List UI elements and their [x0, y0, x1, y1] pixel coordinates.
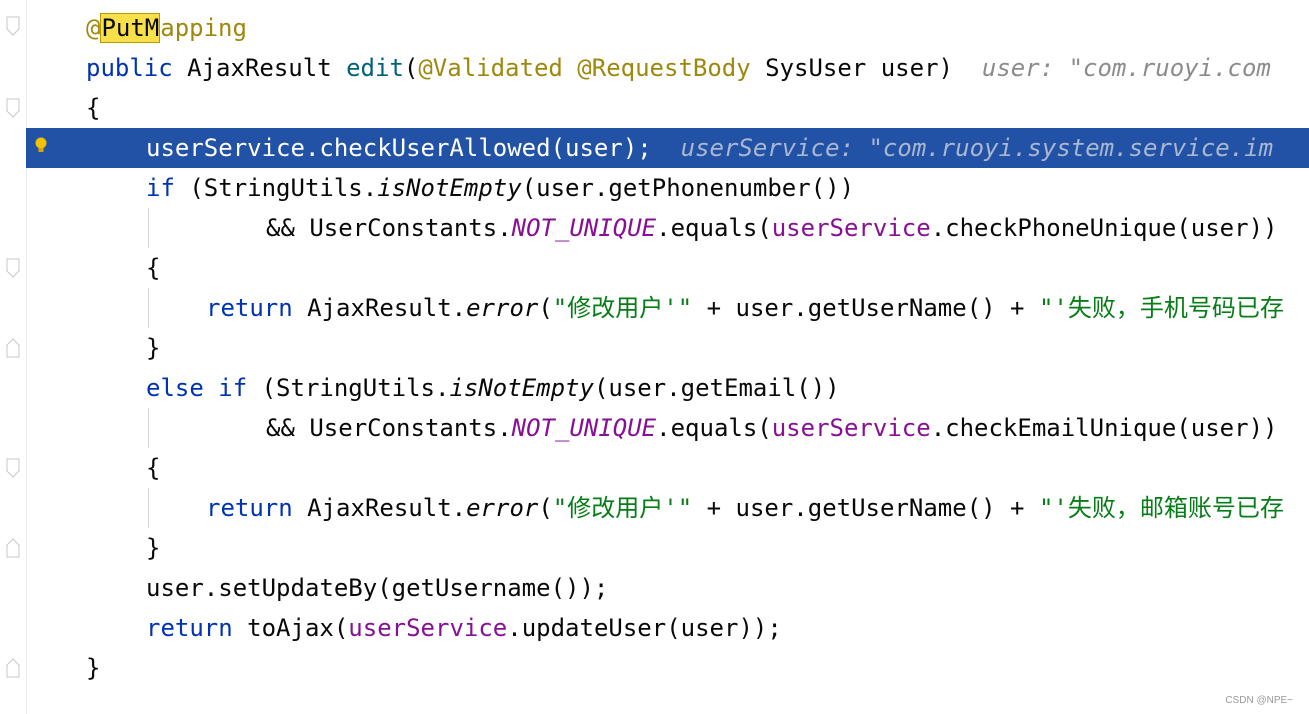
keyword: else — [146, 374, 204, 402]
code-line-1[interactable]: @PutMapping — [86, 8, 247, 48]
static-method: isNotEmpty — [377, 174, 522, 202]
code-text: && UserConstants. — [266, 414, 512, 442]
statement: user.setUpdateBy(getUsername()); — [146, 574, 609, 602]
code-line-13[interactable]: return AjaxResult.error("修改用户'" + user.g… — [206, 488, 1284, 528]
code-text: .equals( — [656, 214, 772, 242]
static-constant: NOT_UNIQUE — [511, 214, 657, 242]
brace: } — [86, 654, 101, 682]
indent-guide — [148, 208, 149, 248]
static-method: isNotEmpty — [449, 374, 594, 402]
code-text: (StringUtils. — [247, 374, 450, 402]
brace: } — [146, 534, 161, 562]
code-text: (user.getEmail()) — [593, 374, 840, 402]
code-text: + user.getUserName() + — [692, 494, 1039, 522]
code-line-5[interactable]: if (StringUtils.isNotEmpty(user.getPhone… — [146, 168, 854, 208]
annotation-at: @ — [86, 14, 101, 42]
static-constant: NOT_UNIQUE — [511, 414, 657, 442]
brace: { — [146, 254, 161, 282]
code-text: AjaxResult. — [292, 494, 467, 522]
intention-bulb-icon[interactable] — [33, 136, 49, 160]
code-text: .checkEmailUnique(user)) — [930, 414, 1278, 442]
code-text: (StringUtils. — [174, 174, 378, 202]
code-text: .updateUser(user)); — [507, 614, 782, 642]
field: userService — [771, 414, 931, 442]
string-literal: "修改用户'" — [552, 294, 693, 322]
code-line-9[interactable]: } — [146, 328, 160, 368]
code-line-3[interactable]: { — [86, 88, 100, 128]
keyword: return — [206, 494, 293, 522]
code-text: (user.getPhonenumber()) — [521, 174, 855, 202]
static-method: error — [466, 294, 539, 322]
code-text: ( — [538, 494, 553, 522]
static-method: error — [466, 494, 539, 522]
code-line-11[interactable]: && UserConstants.NOT_UNIQUE.equals(userS… — [266, 408, 1277, 448]
code-line-15[interactable]: user.setUpdateBy(getUsername()); — [146, 568, 608, 608]
indent-guide — [148, 288, 149, 328]
string-literal: "'失败，手机号码已存 — [1038, 294, 1284, 322]
type-name: AjaxResult — [172, 54, 347, 82]
brace: { — [146, 454, 161, 482]
code-line-2[interactable]: public AjaxResult edit(@Validated @Reque… — [86, 48, 1271, 88]
keyword: return — [206, 294, 293, 322]
code-line-4[interactable]: userService.checkUserAllowed(user); user… — [146, 128, 1273, 168]
code-text: AjaxResult. — [292, 294, 467, 322]
paren: ( — [403, 54, 419, 82]
keyword: if — [146, 174, 175, 202]
inline-hint: user: "com.ruoyi.com — [981, 54, 1271, 82]
code-line-10[interactable]: else if (StringUtils.isNotEmpty(user.get… — [146, 368, 840, 408]
brace: { — [86, 94, 101, 122]
code-line-17[interactable]: } — [86, 648, 100, 688]
code-text: .checkPhoneUnique(user)) — [930, 214, 1278, 242]
keyword: public — [86, 54, 173, 82]
code-line-16[interactable]: return toAjax(userService.updateUser(use… — [146, 608, 782, 648]
annotation: @Validated — [418, 54, 563, 82]
indent-guide — [148, 408, 149, 448]
keyword: if — [218, 374, 248, 402]
code-line-14[interactable]: } — [146, 528, 160, 568]
code-text: + user.getUserName() + — [692, 294, 1039, 322]
statement: userService.checkUserAllowed(user); — [146, 134, 652, 162]
indent-guide — [148, 488, 149, 528]
params: SysUser user) — [750, 54, 953, 82]
annotation-highlight: PutM — [100, 13, 161, 43]
string-literal: "'失败，邮箱账号已存 — [1038, 494, 1284, 522]
code-line-7[interactable]: { — [146, 248, 160, 288]
field: userService — [348, 614, 508, 642]
code-text: toAjax( — [232, 614, 349, 642]
code-text: ( — [538, 294, 553, 322]
method-name: edit — [346, 54, 404, 82]
string-literal: "修改用户'" — [552, 494, 693, 522]
inline-hint: userService: "com.ruoyi.system.service.i… — [680, 134, 1274, 162]
code-text: .equals( — [656, 414, 772, 442]
annotation: @RequestBody — [577, 54, 751, 82]
watermark: CSDN @NPE~ — [1225, 695, 1293, 706]
code-line-12[interactable]: { — [146, 448, 160, 488]
code-text: && UserConstants. — [266, 214, 512, 242]
code-line-6[interactable]: && UserConstants.NOT_UNIQUE.equals(userS… — [266, 208, 1277, 248]
keyword: return — [146, 614, 233, 642]
annotation-rest: apping — [160, 14, 247, 42]
code-line-8[interactable]: return AjaxResult.error("修改用户'" + user.g… — [206, 288, 1284, 328]
field: userService — [771, 214, 931, 242]
brace: } — [146, 334, 161, 362]
